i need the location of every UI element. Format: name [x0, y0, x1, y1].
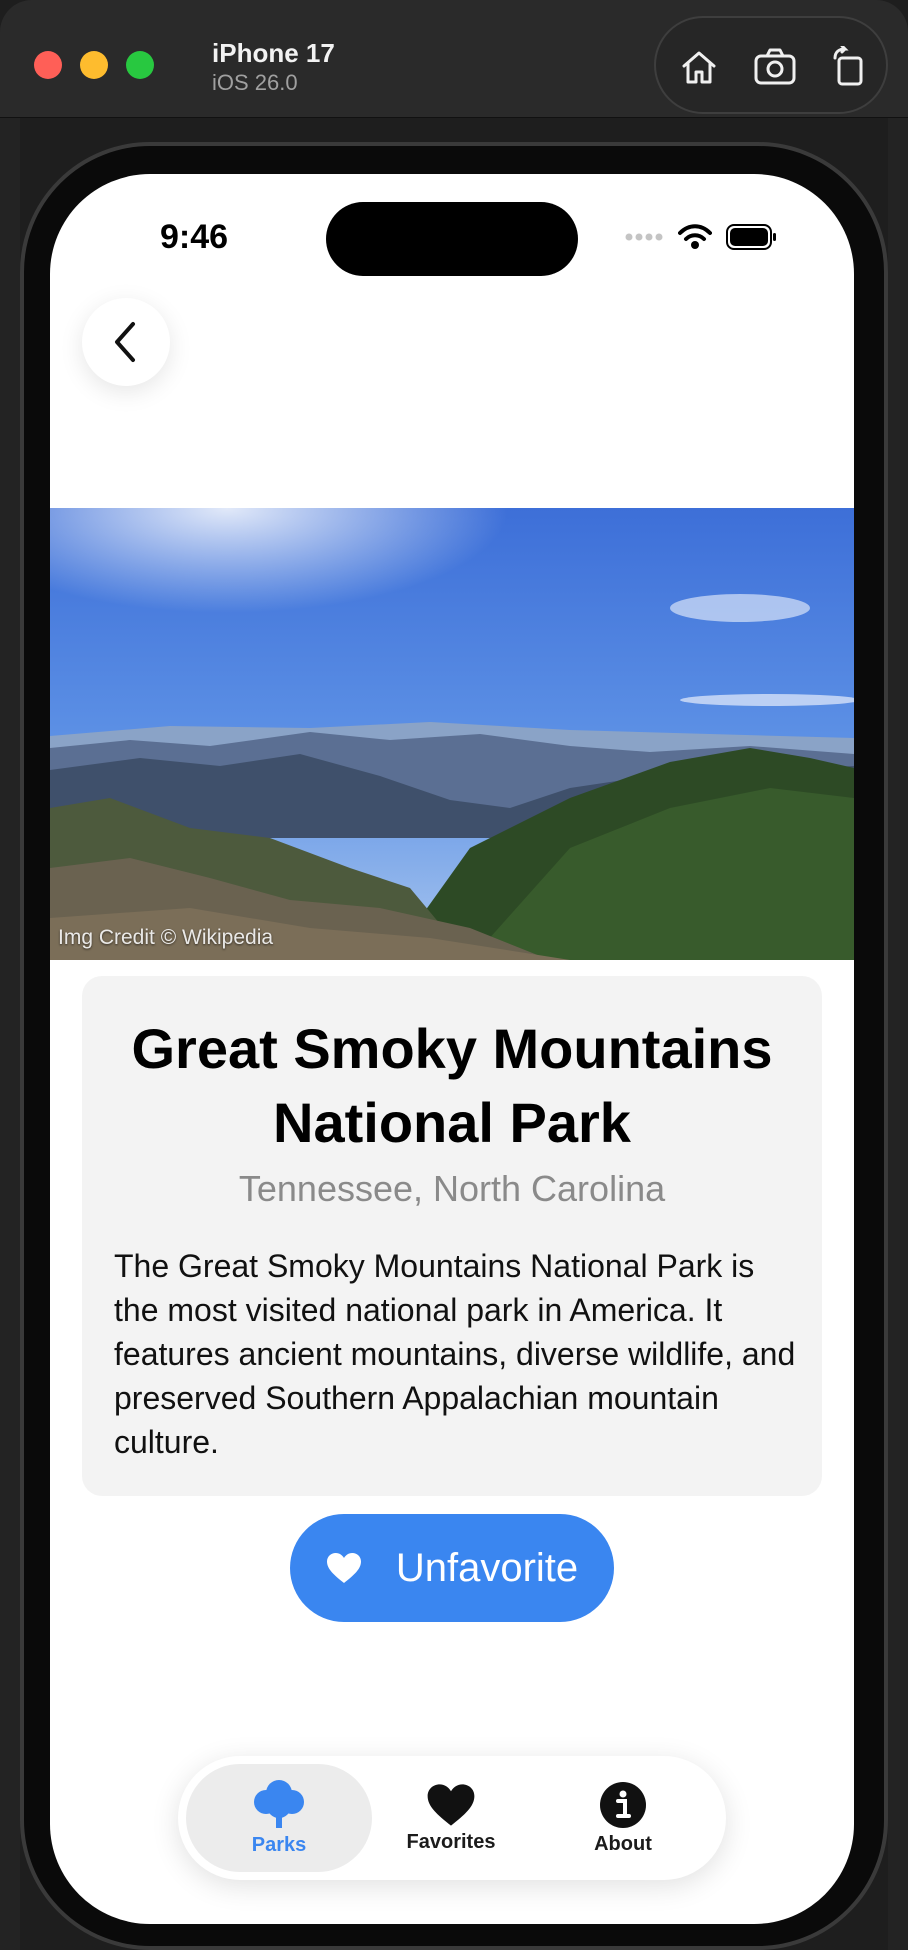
tree-icon — [254, 1779, 304, 1828]
back-button[interactable] — [82, 298, 170, 386]
tab-parks-label: Parks — [251, 1833, 307, 1856]
heart-icon — [427, 1783, 475, 1826]
tab-about-label: About — [594, 1832, 652, 1855]
rotate-icon[interactable] — [826, 44, 872, 90]
status-time: 9:46 — [160, 218, 229, 256]
zoom-window-button[interactable] — [126, 51, 154, 79]
phone-screen: 9:46 Img Credit © Wikipedia Great Smoky … — [50, 174, 854, 1924]
heart-icon — [326, 1553, 361, 1583]
info-icon — [600, 1781, 646, 1828]
unfavorite-button[interactable]: Unfavorite — [290, 1514, 614, 1622]
simulator-controls — [654, 16, 888, 114]
minimize-window-button[interactable] — [80, 51, 108, 79]
home-icon[interactable] — [676, 44, 722, 90]
dynamic-island — [326, 202, 578, 276]
background-left — [0, 118, 20, 1950]
wifi-icon — [678, 224, 712, 249]
tab-bar: Parks Favorites About — [178, 1756, 726, 1880]
mountain-landscape — [50, 508, 854, 960]
background-right — [888, 118, 908, 1950]
park-description: The Great Smoky Mountains National Park … — [114, 1248, 796, 1460]
close-window-button[interactable] — [34, 51, 62, 79]
park-title: Great Smoky Mountains National Park — [131, 1017, 773, 1154]
cellular-icon — [625, 233, 663, 241]
tab-parks[interactable]: Parks — [186, 1764, 372, 1872]
device-name: iPhone 17 — [212, 38, 335, 68]
simulator-toolbar: iPhone 17 iOS 26.0 — [0, 0, 908, 118]
chevron-left-icon — [115, 322, 135, 362]
tab-about[interactable]: About — [530, 1764, 716, 1872]
favorite-button-label: Unfavorite — [395, 1545, 579, 1590]
image-credit: Img Credit © Wikipedia — [58, 926, 274, 949]
park-location: Tennessee, North Carolina — [238, 1168, 666, 1209]
tab-favorites[interactable]: Favorites — [358, 1764, 544, 1872]
os-version: iOS 26.0 — [212, 70, 298, 95]
battery-icon — [726, 224, 776, 250]
screenshot-icon[interactable] — [752, 44, 798, 90]
park-hero-image: Img Credit © Wikipedia — [50, 508, 854, 960]
park-info-card: Great Smoky Mountains National Park Tenn… — [82, 976, 822, 1496]
tab-favorites-label: Favorites — [406, 1830, 496, 1853]
status-icons — [624, 224, 778, 250]
